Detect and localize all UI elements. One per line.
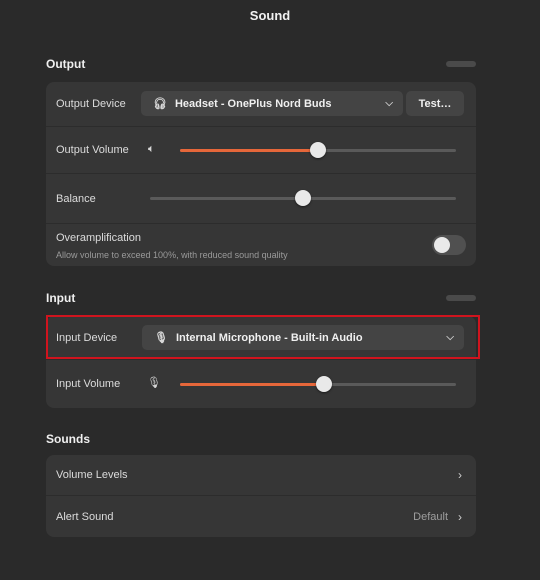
alert-sound-row[interactable]: Alert Sound Default › — [46, 496, 476, 537]
chevron-down-icon: ⌵ — [385, 98, 393, 109]
input-volume-label: Input Volume — [56, 378, 121, 390]
slider-fill — [180, 149, 318, 152]
volume-levels-label: Volume Levels — [56, 469, 128, 481]
input-volume-row: Input Volume 🎙︎ — [46, 360, 476, 408]
balance-row: Balance — [46, 174, 476, 224]
input-device-dropdown[interactable]: 🎙︎ Internal Microphone - Built-in Audio … — [142, 325, 464, 350]
window-title: Sound — [249, 8, 291, 23]
slider-knob[interactable] — [295, 190, 311, 206]
input-section-pill — [446, 295, 476, 301]
overamplification-row: Overamplification Allow volume to exceed… — [46, 224, 476, 266]
headphones-icon: 🎧︎ — [153, 98, 167, 110]
balance-label: Balance — [56, 192, 96, 205]
microphone-icon: 🎙︎ — [154, 332, 168, 344]
overamplification-toggle[interactable] — [432, 235, 466, 255]
input-device-row: Input Device 🎙︎ Internal Microphone - Bu… — [46, 316, 476, 360]
output-section-header: Output — [46, 57, 86, 71]
toggle-knob — [434, 237, 450, 253]
output-section-pill — [446, 61, 476, 67]
output-volume-label: Output Volume — [56, 144, 129, 156]
output-device-row: Output Device 🎧︎ Headset - OnePlus Nord … — [46, 82, 476, 127]
speaker-icon: 🔈︎ — [148, 143, 155, 155]
microphone-sensitivity-icon: 🎙︎ — [147, 377, 161, 389]
chevron-right-icon: › — [458, 509, 462, 524]
input-card: Input Device 🎙︎ Internal Microphone - Bu… — [46, 316, 476, 408]
output-device-dropdown[interactable]: 🎧︎ Headset - OnePlus Nord Buds ⌵ — [141, 91, 403, 116]
balance-slider[interactable] — [150, 190, 456, 206]
output-device-value: Headset - OnePlus Nord Buds — [174, 97, 332, 110]
volume-levels-row[interactable]: Volume Levels › — [46, 455, 476, 496]
input-section-header: Input — [46, 291, 76, 305]
overamplification-label: Overamplification — [56, 232, 141, 244]
slider-knob[interactable] — [310, 142, 326, 158]
overamplification-description: Allow volume to exceed 100%, with reduce… — [56, 250, 288, 260]
sound-settings-window: Sound Output Output Device 🎧︎ Headset - … — [0, 0, 540, 580]
sounds-section-header: Sounds — [46, 432, 90, 446]
output-volume-slider[interactable] — [180, 142, 456, 158]
slider-fill — [180, 383, 324, 386]
chevron-down-icon: ⌵ — [446, 332, 454, 343]
test-button[interactable]: Test… — [406, 91, 464, 116]
input-device-label: Input Device — [56, 331, 118, 344]
slider-knob[interactable] — [315, 376, 332, 392]
alert-sound-value: Default — [413, 510, 448, 523]
output-device-label: Output Device — [56, 98, 126, 110]
input-device-value: Internal Microphone - Built-in Audio — [175, 331, 363, 344]
sounds-card: Volume Levels › Alert Sound Default › — [46, 455, 476, 537]
alert-sound-label: Alert Sound — [56, 510, 114, 523]
chevron-right-icon: › — [458, 468, 462, 482]
output-card: Output Device 🎧︎ Headset - OnePlus Nord … — [46, 82, 476, 266]
input-volume-slider[interactable] — [180, 376, 456, 392]
output-volume-row: Output Volume 🔈︎ — [46, 127, 476, 174]
